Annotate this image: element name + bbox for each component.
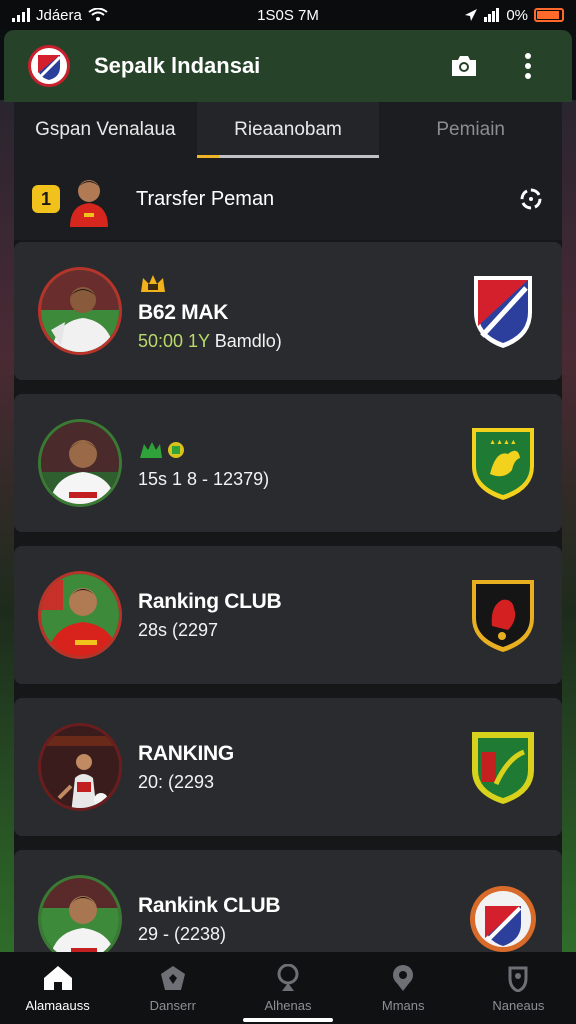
user-icon: [508, 966, 528, 992]
ranking-card[interactable]: B62 MAK 50:00 1Y Bamdlo): [14, 242, 562, 380]
nav-alhenas[interactable]: Alhenas: [230, 952, 345, 1024]
nav-label: Alamaauss: [25, 997, 90, 1013]
tab-label: Rieaanobam: [234, 119, 342, 140]
card-title: RANKING: [138, 741, 234, 765]
bottom-nav: Alamaauss Danserr Alhenas Mmans Naneaus: [0, 952, 576, 1024]
refresh-icon[interactable]: [518, 186, 544, 212]
card-sub-prefix: 50:00: [138, 330, 189, 351]
wifi-icon: [88, 8, 108, 21]
location-arrow-icon: [465, 9, 478, 21]
card-sub-prefix: 20: (2293: [138, 771, 215, 792]
shield-crest-black-red-icon: [472, 580, 534, 652]
app-header: Sepalk lndansai: [4, 30, 572, 102]
tab-pemiain[interactable]: Pemiain: [379, 102, 562, 158]
tab-label: Pemiain: [436, 119, 505, 140]
status-time: 1S0S 7M: [257, 6, 319, 24]
trophy-icon: [277, 963, 299, 991]
card-subtitle: 20: (2293: [138, 772, 468, 793]
nav-label: Naneaus: [492, 997, 545, 1013]
tab-bar: Gspan Venalaua Rieaanobam Pemiain: [14, 102, 562, 158]
card-title: Ranking CLUB: [138, 589, 282, 613]
ranking-card[interactable]: Rankink CLUB 29 - (2238): [14, 850, 562, 952]
club-logo-icon: [38, 55, 62, 80]
home-indicator: [243, 1018, 333, 1022]
ranking-card[interactable]: 15s 1 8 - 12379) ▲▲▲▲: [14, 394, 562, 532]
nav-label: Mmans: [381, 997, 425, 1013]
tab-gspan-venalaua[interactable]: Gspan Venalaua: [14, 102, 197, 158]
status-bar: Jdáera 1S0S 7M 0%: [0, 0, 576, 30]
card-subtitle: 29 - (2238): [138, 924, 468, 945]
transfer-label: Trarsfer Peman: [136, 187, 275, 210]
card-sub-suffix: Bamdlo): [209, 330, 282, 351]
shield-crest-green-yellow-icon: ▲▲▲▲: [472, 428, 534, 500]
card-subtitle: 15s 1 8 - 12379): [138, 469, 468, 490]
player-avatar: [38, 723, 122, 811]
home-icon: [43, 965, 72, 990]
team-icon: [140, 441, 184, 458]
nav-label: Alhenas: [264, 997, 312, 1013]
app-logo[interactable]: [28, 45, 70, 87]
shield-crest-yellow-green-icon: [472, 732, 534, 804]
svg-text:▲▲▲▲: ▲▲▲▲: [489, 439, 517, 446]
player-avatar: [38, 267, 122, 355]
nav-label: Danserr: [149, 997, 196, 1013]
nav-home[interactable]: Alamaauss: [0, 952, 115, 1024]
player-avatar: [38, 419, 122, 507]
nav-mmans[interactable]: Mmans: [346, 952, 461, 1024]
card-subtitle: 28s (2297: [138, 620, 468, 641]
card-subtitle: 50:00 1Y Bamdlo): [138, 331, 468, 352]
player-thumbnail: [64, 171, 114, 227]
location-icon: [393, 964, 414, 991]
player-avatar: [38, 875, 122, 952]
crown-icon: [141, 274, 165, 292]
signal-bars-icon: [12, 8, 30, 22]
nav-danserr[interactable]: Danserr: [115, 952, 230, 1024]
rank-badge: 1: [32, 185, 60, 213]
shield-crest-red-blue-icon: [474, 276, 532, 348]
card-sub-highlight: 1Y: [188, 330, 210, 351]
card-title: B62 MAK: [138, 300, 229, 324]
more-vert-icon: [525, 53, 531, 79]
round-crest-red-blue-icon: [470, 886, 536, 952]
signal-strength-icon: [484, 8, 500, 22]
player-avatar: [38, 571, 122, 659]
card-title: Rankink CLUB: [138, 893, 281, 917]
card-sub-prefix: 28s (2297: [138, 619, 219, 640]
ranking-card[interactable]: RANKING 20: (2293: [14, 698, 562, 836]
tab-label: Gspan Venalaua: [35, 119, 176, 140]
transfer-row[interactable]: 1 Trarsfer Peman: [14, 158, 562, 240]
card-sub-prefix: 15s 1 8 - 12379): [138, 468, 270, 489]
app-title: Sepalk lndansai: [94, 53, 261, 78]
nav-naneaus[interactable]: Naneaus: [461, 952, 576, 1024]
ranking-card[interactable]: Ranking CLUB 28s (2297: [14, 546, 562, 684]
more-options-button[interactable]: [508, 46, 548, 86]
carrier-name: Jdáera: [36, 6, 82, 24]
tab-rieaanobam[interactable]: Rieaanobam: [196, 102, 380, 158]
battery-icon: [534, 8, 564, 22]
camera-icon: [452, 56, 476, 76]
camera-button[interactable]: [444, 46, 484, 86]
card-sub-prefix: 29 - (2238): [138, 923, 227, 944]
ranking-list: 1 Trarsfer Peman B62 MAK 50:00 1Y Bamdlo…: [14, 158, 562, 952]
battery-percent: 0%: [506, 6, 528, 24]
shield-icon: [160, 965, 185, 990]
